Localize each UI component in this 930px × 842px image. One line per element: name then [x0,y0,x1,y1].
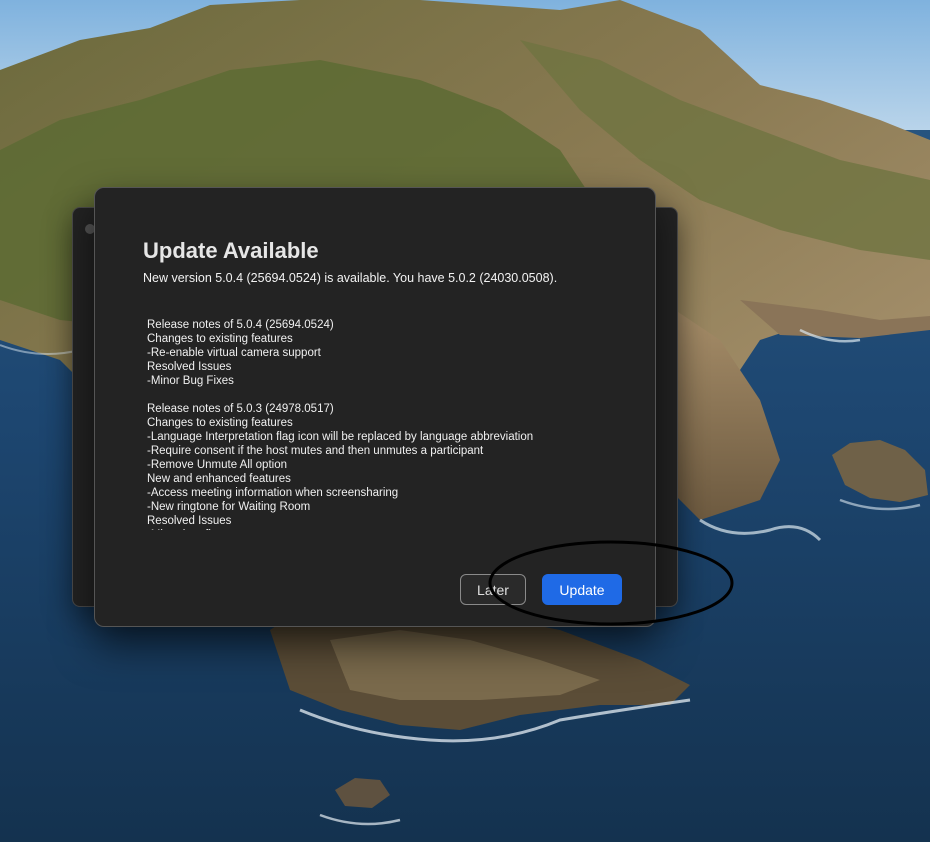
release-notes-line: -Require consent if the host mutes and t… [147,445,484,457]
release-notes-line: -New ringtone for Waiting Room [147,501,311,513]
update-button[interactable]: Update [542,574,622,605]
release-notes-line: -Access meeting information when screens… [147,487,399,499]
dialog-title: Update Available [143,238,319,263]
release-notes-line: Resolved Issues [147,515,232,527]
version-info: New version 5.0.4 (25694.0524) is availa… [143,271,558,285]
release-notes-line: -Language Interpretation flag icon will … [147,431,534,443]
release-notes-area[interactable]: Release notes of 5.0.4 (25694.0524) Chang… [147,318,617,530]
later-button[interactable]: Later [460,574,526,605]
release-notes-spacer [147,388,617,402]
release-notes-line: Release notes of 5.0.3 (24978.0517) [147,403,334,415]
release-notes-line: Release notes of 5.0.4 (25694.0524) [147,319,334,331]
release-notes-line: Changes to existing features [147,417,293,429]
release-notes-line: Changes to existing features [147,333,293,345]
desktop: Update Available New version 5.0.4 (2569… [0,0,930,842]
release-notes-line: -Remove Unmute All option [147,459,287,471]
release-notes-line: New and enhanced features [147,473,291,485]
update-dialog: Update Available New version 5.0.4 (2569… [94,187,656,627]
release-notes-line: Resolved Issues [147,361,232,373]
release-notes-line: -Minor Bug Fixes [147,375,234,387]
release-notes-line: -Re-enable virtual camera support [147,347,321,359]
release-notes-line: -Minor bug fixes [147,528,617,530]
